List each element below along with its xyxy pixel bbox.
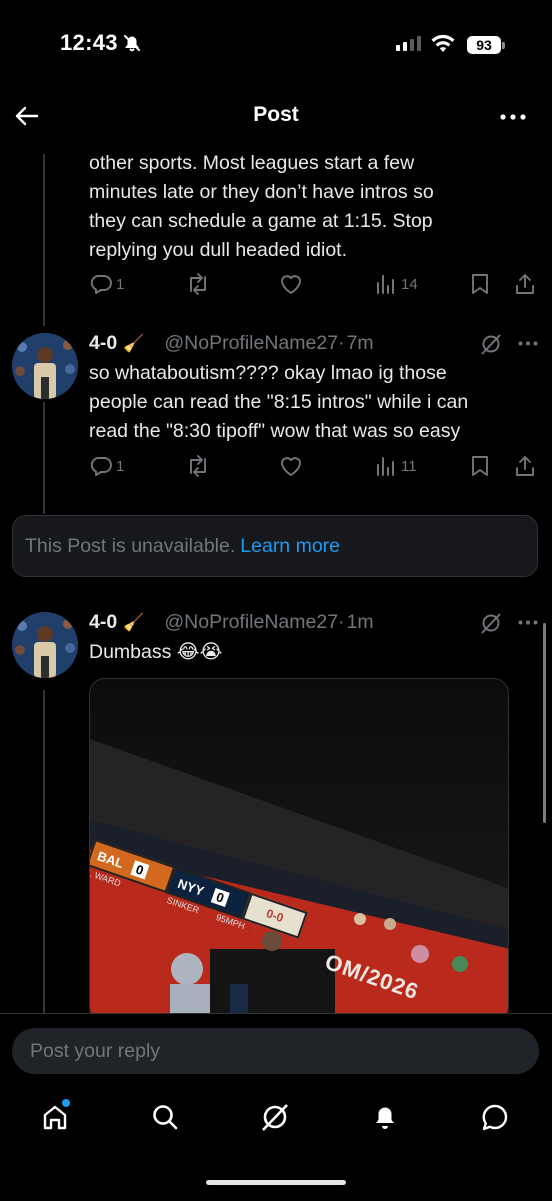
grok-icon bbox=[481, 613, 501, 634]
broom-emoji: 🧹 bbox=[123, 612, 145, 632]
reply-button[interactable]: 1 bbox=[89, 272, 124, 296]
timestamp: 1m bbox=[346, 611, 374, 633]
grok-button[interactable] bbox=[480, 333, 502, 355]
share-icon bbox=[516, 274, 534, 294]
repost-button[interactable] bbox=[185, 454, 211, 478]
header-backdrop bbox=[0, 140, 552, 154]
home-team: NYY bbox=[175, 875, 207, 899]
tweet-line: read the "8:30 tipoff" wow that was so e… bbox=[89, 420, 461, 442]
views-icon bbox=[377, 457, 394, 476]
tweet-line: people can read the "8:15 intros" while … bbox=[89, 391, 469, 413]
tweet-line: they can schedule a game at 1:15. Stop bbox=[89, 210, 433, 232]
thread-line bbox=[43, 146, 45, 326]
avatar[interactable] bbox=[12, 612, 78, 678]
like-button[interactable] bbox=[278, 272, 304, 296]
learn-more-link[interactable]: Learn more bbox=[240, 535, 340, 558]
grok-button[interactable] bbox=[480, 612, 502, 634]
away-team: BAL bbox=[95, 847, 126, 871]
grok-icon bbox=[262, 1104, 288, 1131]
separator-dot: · bbox=[338, 611, 345, 633]
repost-icon bbox=[190, 273, 206, 295]
tweet-text: Dumbass 😂😭 bbox=[89, 641, 223, 663]
tweet-more-button[interactable] bbox=[518, 341, 538, 346]
handle: @NoProfileName27 bbox=[164, 332, 339, 354]
avatar[interactable] bbox=[12, 333, 78, 399]
battery-level: 93 bbox=[467, 36, 501, 54]
views-count: 14 bbox=[401, 275, 418, 293]
reply-icon bbox=[90, 275, 112, 294]
tweet-line: so whataboutism???? okay lmao ig those bbox=[89, 362, 447, 384]
home-indicator bbox=[206, 1180, 346, 1185]
grok-icon bbox=[481, 334, 501, 355]
display-name: 4-0 bbox=[89, 611, 118, 633]
pitch-count: 0-0 bbox=[264, 906, 286, 926]
reply-icon bbox=[90, 457, 112, 476]
share-button[interactable] bbox=[513, 454, 537, 478]
repost-icon bbox=[190, 455, 206, 477]
home-score: 0 bbox=[210, 887, 230, 907]
unavailable-text: This Post is unavailable. bbox=[25, 534, 236, 557]
wifi-icon bbox=[430, 34, 456, 54]
tweet-actions: 1 14 bbox=[89, 272, 539, 300]
messages-icon bbox=[482, 1104, 508, 1131]
cellular-signal-icon bbox=[396, 36, 421, 51]
battery-nub bbox=[502, 42, 505, 49]
tab-search[interactable] bbox=[145, 1092, 185, 1142]
bookmark-button[interactable] bbox=[469, 454, 491, 478]
separator-dot: · bbox=[338, 332, 345, 354]
tweet-text: so whataboutism???? okay lmao ig those p… bbox=[89, 359, 534, 446]
home-unread-dot bbox=[62, 1099, 70, 1107]
views-icon bbox=[377, 275, 394, 294]
views-button[interactable]: 11 bbox=[374, 454, 417, 478]
share-icon bbox=[516, 456, 534, 476]
repost-button[interactable] bbox=[185, 272, 211, 296]
unavailable-post-notice: This Post is unavailable. Learn more bbox=[12, 515, 538, 577]
bell-icon bbox=[376, 1107, 394, 1129]
handle: @NoProfileName27 bbox=[164, 611, 339, 633]
tweet-author[interactable]: 4-0 🧹 @NoProfileName27 · 1m bbox=[89, 611, 374, 634]
tweet-media-image[interactable]: BAL 0 NYY 0 0-0 I. WARD SINKER 95MPH 1 O… bbox=[89, 678, 509, 1023]
outs: 1 bbox=[250, 924, 259, 936]
bookmark-icon bbox=[472, 274, 488, 294]
tab-bar bbox=[0, 1092, 552, 1142]
display-name: 4-0 bbox=[89, 332, 118, 354]
thread-line bbox=[43, 402, 45, 514]
heart-icon bbox=[281, 275, 301, 294]
bookmark-icon bbox=[472, 456, 488, 476]
like-button[interactable] bbox=[278, 454, 304, 478]
tweet-actions: 1 11 bbox=[89, 454, 539, 482]
search-icon bbox=[153, 1105, 178, 1130]
silent-mode-icon bbox=[122, 33, 142, 53]
tab-notifications[interactable] bbox=[365, 1092, 405, 1142]
reply-input[interactable]: Post your reply bbox=[12, 1028, 539, 1074]
share-button[interactable] bbox=[513, 272, 537, 296]
more-icon bbox=[518, 341, 538, 346]
tweet-line: replying you dull headed idiot. bbox=[89, 239, 348, 261]
timestamp: 7m bbox=[346, 332, 374, 354]
tweet-author[interactable]: 4-0 🧹 @NoProfileName27 · 7m bbox=[89, 332, 374, 355]
views-count: 11 bbox=[401, 457, 417, 475]
tweet-line: minutes late or they don’t have intros s… bbox=[89, 181, 434, 203]
bookmark-button[interactable] bbox=[469, 272, 491, 296]
away-score: 0 bbox=[130, 859, 150, 879]
reply-button[interactable]: 1 bbox=[89, 454, 124, 478]
tab-grok[interactable] bbox=[255, 1092, 295, 1142]
views-button[interactable]: 14 bbox=[374, 272, 418, 296]
tab-messages[interactable] bbox=[475, 1092, 515, 1142]
tweet-more-button[interactable] bbox=[518, 620, 538, 625]
status-time: 12:43 bbox=[60, 30, 118, 55]
more-icon bbox=[518, 620, 538, 625]
scrollbar[interactable] bbox=[543, 623, 546, 823]
broom-emoji: 🧹 bbox=[123, 333, 145, 353]
reply-count: 1 bbox=[116, 275, 125, 293]
thread-line bbox=[43, 690, 45, 1015]
heart-icon bbox=[281, 457, 301, 476]
reply-count: 1 bbox=[116, 457, 125, 475]
